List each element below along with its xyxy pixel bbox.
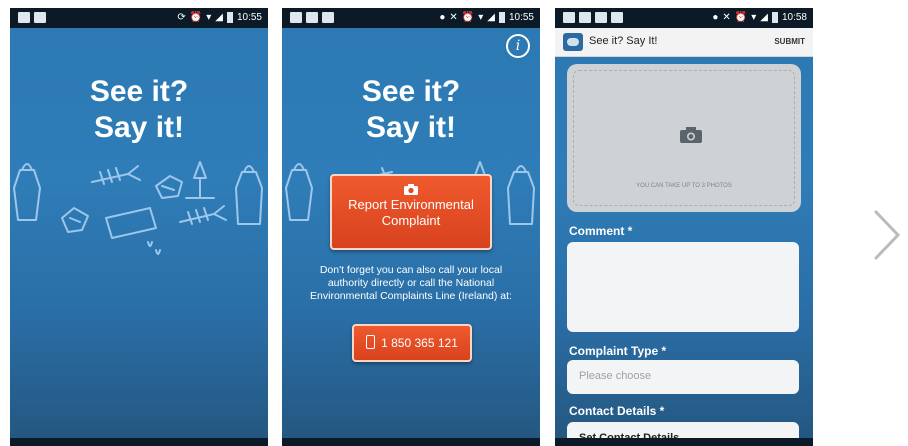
- notification-icon: [322, 12, 334, 23]
- headline: See it? Say it!: [282, 74, 540, 146]
- headline-line-2: Say it!: [365, 111, 457, 144]
- battery-icon: [771, 12, 778, 23]
- location-icon: ●: [439, 12, 446, 23]
- info-icon[interactable]: i: [506, 34, 530, 58]
- comment-label: Comment *: [569, 224, 633, 238]
- comment-field[interactable]: [567, 242, 799, 332]
- status-bar: ⟳ ⏰ ▾ ◢ 10:55: [10, 8, 268, 28]
- sync-icon: ⟳: [177, 12, 186, 23]
- headline-line-1: See it?: [89, 75, 189, 108]
- battery-icon: [498, 12, 505, 23]
- add-photo-area[interactable]: YOU CAN TAKE UP TO 3 PHOTOS: [567, 64, 801, 212]
- call-helpline-button[interactable]: 1 850 365 121: [352, 324, 472, 362]
- phone-icon: [366, 335, 376, 349]
- battery-icon: [226, 12, 233, 23]
- wifi-icon: ▾: [478, 12, 484, 23]
- camera-icon: [680, 127, 702, 143]
- wifi-icon: ▾: [751, 12, 757, 23]
- mute-icon: ✕: [722, 12, 731, 23]
- status-time: 10:58: [781, 12, 807, 23]
- complaint-type-placeholder: Please choose: [579, 370, 652, 382]
- notification-icon: [306, 12, 318, 23]
- status-bar: ● ✕ ⏰ ▾ ◢ 10:55: [282, 8, 540, 28]
- status-bar: ● ✕ ⏰ ▾ ◢ 10:58: [555, 8, 813, 28]
- notification-icon: [595, 12, 607, 23]
- signal-icon: ◢: [215, 12, 223, 23]
- location-icon: ●: [712, 12, 719, 23]
- screen-complaint-form: ● ✕ ⏰ ▾ ◢ 10:58 See it? Say It! SUBMIT Y…: [555, 8, 813, 446]
- contact-details-label: Contact Details *: [569, 404, 665, 418]
- photo-limit-note: YOU CAN TAKE UP TO 3 PHOTOS: [636, 183, 732, 189]
- signal-icon: ◢: [487, 12, 495, 23]
- app-bar: See it? Say It! SUBMIT: [555, 28, 813, 57]
- navigation-bar: [10, 438, 268, 446]
- notification-icon: [579, 12, 591, 23]
- mute-icon: ✕: [449, 12, 458, 23]
- report-complaint-label: Report Environmental Complaint: [348, 197, 474, 228]
- alarm-icon: ⏰: [189, 12, 203, 23]
- helpline-info-text: Don't forget you can also call your loca…: [310, 264, 512, 302]
- status-time: 10:55: [236, 12, 262, 23]
- photo-dropzone: YOU CAN TAKE UP TO 3 PHOTOS: [573, 70, 795, 206]
- headline-line-1: See it?: [361, 75, 461, 108]
- headline-line-2: Say it!: [93, 111, 185, 144]
- app-title: See it? Say It!: [589, 35, 658, 47]
- navigation-bar: [555, 438, 813, 446]
- app-logo-icon[interactable]: [563, 33, 583, 51]
- screen-splash: ⟳ ⏰ ▾ ◢ 10:55 See it? Say it!: [10, 8, 268, 446]
- status-time: 10:55: [508, 12, 534, 23]
- alarm-icon: ⏰: [734, 12, 748, 23]
- litter-doodles-illustration: [13, 161, 263, 255]
- complaint-type-select[interactable]: Please choose: [567, 360, 799, 394]
- headline: See it? Say it!: [10, 74, 268, 146]
- signal-icon: ◢: [760, 12, 768, 23]
- alarm-icon: ⏰: [461, 12, 475, 23]
- camera-icon: [404, 184, 418, 195]
- navigation-bar: [282, 438, 540, 446]
- notification-icon: [34, 12, 46, 23]
- notification-icon: [18, 12, 30, 23]
- chevron-right-icon[interactable]: [870, 208, 904, 262]
- submit-button[interactable]: SUBMIT: [774, 37, 805, 46]
- helpline-number: 1 850 365 121: [381, 336, 458, 350]
- notification-icon: [563, 12, 575, 23]
- report-complaint-button[interactable]: Report Environmental Complaint: [330, 174, 492, 250]
- wifi-icon: ▾: [206, 12, 212, 23]
- complaint-type-label: Complaint Type *: [569, 344, 667, 358]
- screen-home: ● ✕ ⏰ ▾ ◢ 10:55 i See it? Say it! Report…: [282, 8, 540, 446]
- notification-icon: [611, 12, 623, 23]
- notification-icon: [290, 12, 302, 23]
